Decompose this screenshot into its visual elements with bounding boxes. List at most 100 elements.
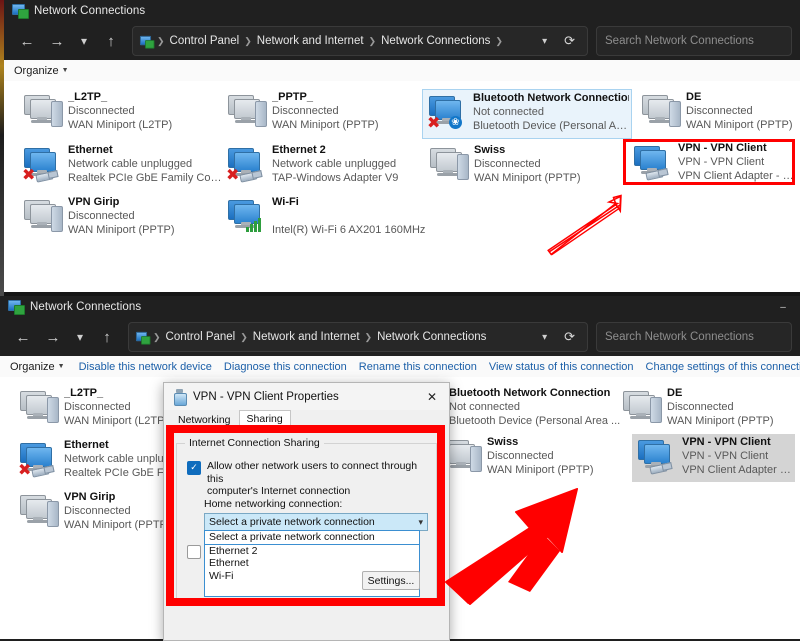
monitor-grey-icon	[621, 389, 663, 427]
monitor-grey-icon	[18, 389, 60, 427]
home-networking-label: Home networking connection:	[204, 498, 343, 510]
tab-sharing[interactable]: Sharing	[238, 410, 291, 429]
organize-button[interactable]: Organize ▼	[14, 65, 83, 77]
breadcrumb-separator: ❯	[157, 35, 165, 46]
vpn-client-properties-dialog: VPN - VPN Client Properties ✕ Networking…	[163, 382, 450, 641]
checkbox-allow-label: Allow other network users to connect thr…	[207, 460, 418, 497]
search-input[interactable]: Search Network Connections	[596, 322, 792, 352]
group-label: Internet Connection Sharing	[185, 437, 324, 449]
dropdown-option[interactable]: Select a private network connection	[205, 531, 419, 545]
monitor-grey-icon	[18, 493, 60, 531]
connection-name: Ethernet	[68, 144, 113, 156]
connection-name: Wi-Fi	[272, 196, 299, 208]
connection-item[interactable]: ✖ Ethernet 2 Network cable unplugged TAP-W…	[222, 142, 428, 190]
address-dropdown-icon[interactable]: ▾	[536, 36, 553, 47]
connection-item[interactable]: DE Disconnected WAN Miniport (PPTP)	[636, 89, 800, 137]
monitor-cable-icon	[636, 438, 678, 476]
breadcrumb-network-and-internet[interactable]: Network and Internet	[253, 331, 360, 343]
home-networking-combobox[interactable]: Select a private network connection ▾	[204, 513, 428, 531]
settings-button[interactable]: Settings...	[362, 571, 420, 590]
refresh-icon[interactable]: ⟳	[558, 33, 581, 49]
dropdown-option[interactable]: Ethernet 2	[205, 545, 419, 558]
close-icon[interactable]: ✕	[415, 383, 449, 410]
connection-item[interactable]: DE Disconnected WAN Miniport (PPTP)	[617, 385, 800, 433]
establish-dialup-checkbox-row[interactable]	[187, 544, 201, 559]
dialog-titlebar: VPN - VPN Client Properties ✕	[164, 383, 449, 410]
minimize-button[interactable]: –	[766, 296, 800, 318]
navigation-bar-bottom: ← → ▾ ↑ ❯ Control Panel ❯ Network and In…	[0, 318, 800, 356]
tab-networking[interactable]: Networking	[170, 411, 239, 429]
address-bar[interactable]: ❯ Control Panel ❯ Network and Internet ❯…	[132, 26, 588, 56]
organize-button[interactable]: Organize ▼	[10, 361, 79, 373]
connection-device: WAN Miniport (PPTP)	[474, 172, 581, 184]
connection-status: Disconnected	[686, 105, 753, 117]
connection-item[interactable]: _L2TP_ Disconnected WAN Miniport (L2TP)	[18, 89, 224, 137]
address-dropdown-icon[interactable]: ▾	[536, 332, 553, 343]
breadcrumb-separator: ❯	[240, 331, 248, 342]
monitor-cable-icon: ✖	[18, 441, 60, 479]
connection-item-bluetooth[interactable]: ✖ ❀ Bluetooth Network Connection Not conne…	[422, 89, 632, 139]
rename-connection-button[interactable]: Rename this connection	[359, 361, 489, 373]
recent-locations-button[interactable]: ▾	[72, 26, 96, 56]
up-button[interactable]: ↑	[92, 322, 122, 352]
connection-item[interactable]: VPN Girip Disconnected WAN Miniport (PPTP)	[18, 194, 224, 242]
connection-device: WAN Miniport (L2TP)	[68, 119, 173, 131]
connection-device: TAP-Windows Adapter V9	[272, 172, 399, 184]
up-button[interactable]: ↑	[96, 26, 126, 56]
chevron-down-icon: ▼	[57, 362, 65, 370]
breadcrumb-control-panel[interactable]: Control Panel	[170, 35, 240, 47]
dialog-tabs: Networking Sharing	[164, 410, 449, 429]
address-bar[interactable]: ❯ Control Panel ❯ Network and Internet ❯…	[128, 322, 588, 352]
connection-item[interactable]: Swiss Disconnected WAN Miniport (PPTP)	[424, 142, 630, 190]
recent-locations-button[interactable]: ▾	[68, 322, 92, 352]
command-bar-top: Organize ▼	[4, 60, 800, 82]
monitor-cable-icon	[632, 144, 674, 182]
view-status-button[interactable]: View status of this connection	[489, 361, 646, 373]
connection-item-bluetooth[interactable]: Bluetooth Network Connection Not connecte…	[437, 385, 637, 433]
disconnected-x-icon: ✖	[226, 165, 240, 184]
connection-item[interactable]: Swiss Disconnected WAN Miniport (PPTP)	[437, 434, 627, 482]
forward-button[interactable]: →	[38, 322, 68, 352]
connection-status: Disconnected	[667, 401, 734, 413]
disable-device-button[interactable]: Disable this network device	[79, 361, 224, 373]
breadcrumb-network-connections[interactable]: Network Connections	[377, 331, 486, 343]
monitor-grey-icon	[640, 93, 682, 131]
connection-device: WAN Miniport (PPTP)	[667, 415, 774, 427]
vpn-adapter-icon	[173, 389, 187, 406]
back-button[interactable]: ←	[12, 26, 42, 56]
connection-device: WAN Miniport (PPTP)	[68, 224, 175, 236]
allow-other-users-checkbox-row[interactable]: ✓ Allow other network users to connect t…	[187, 460, 423, 498]
monitor-grey-icon	[22, 198, 64, 236]
address-bar-icon	[135, 331, 151, 345]
search-placeholder: Search Network Connections	[605, 331, 754, 343]
breadcrumb-separator: ❯	[153, 331, 161, 342]
checkbox-allow-other-users[interactable]: ✓	[187, 461, 201, 475]
connection-item[interactable]: ✖ Ethernet Network cable unplugged Realtek…	[18, 142, 224, 190]
checkbox-second[interactable]	[187, 545, 201, 559]
connection-item-vpn-client[interactable]: VPN - VPN Client VPN - VPN Client VPN Clie…	[628, 140, 800, 188]
connection-name: DE	[686, 91, 702, 103]
breadcrumb-network-and-internet[interactable]: Network and Internet	[257, 35, 364, 47]
connection-name: Bluetooth Network Connection	[449, 387, 611, 399]
forward-button[interactable]: →	[42, 26, 72, 56]
diagnose-connection-button[interactable]: Diagnose this connection	[224, 361, 359, 373]
chevron-down-icon: ▼	[61, 66, 69, 74]
command-bar-bottom: Organize ▼ Disable this network device Di…	[0, 356, 800, 378]
connection-item[interactable]: _PPTP_ Disconnected WAN Miniport (PPTP)	[222, 89, 428, 137]
back-button[interactable]: ←	[8, 322, 38, 352]
change-settings-button[interactable]: Change settings of this connection	[646, 361, 800, 373]
combobox-value: Select a private network connection	[209, 516, 375, 528]
disconnected-x-icon: ✖	[427, 113, 441, 132]
search-input[interactable]: Search Network Connections	[596, 26, 792, 56]
dropdown-option[interactable]: Ethernet	[205, 557, 419, 570]
breadcrumb-control-panel[interactable]: Control Panel	[166, 331, 236, 343]
connection-name: VPN - VPN Client	[678, 142, 767, 154]
breadcrumb-network-connections[interactable]: Network Connections	[381, 35, 490, 47]
titlebar-top: Network Connections	[4, 0, 800, 22]
connection-name: VPN - VPN Client	[682, 436, 771, 448]
connection-item-vpn-client-selected[interactable]: VPN - VPN Client VPN - VPN Client VPN Clie…	[632, 434, 795, 482]
refresh-icon[interactable]: ⟳	[558, 329, 581, 345]
connection-name: Ethernet 2	[272, 144, 326, 156]
connection-device: WAN Miniport (PPTP)	[686, 119, 793, 131]
connection-item-wifi[interactable]: Wi-Fi Intel(R) Wi-Fi 6 AX201 160MHz	[222, 194, 428, 242]
